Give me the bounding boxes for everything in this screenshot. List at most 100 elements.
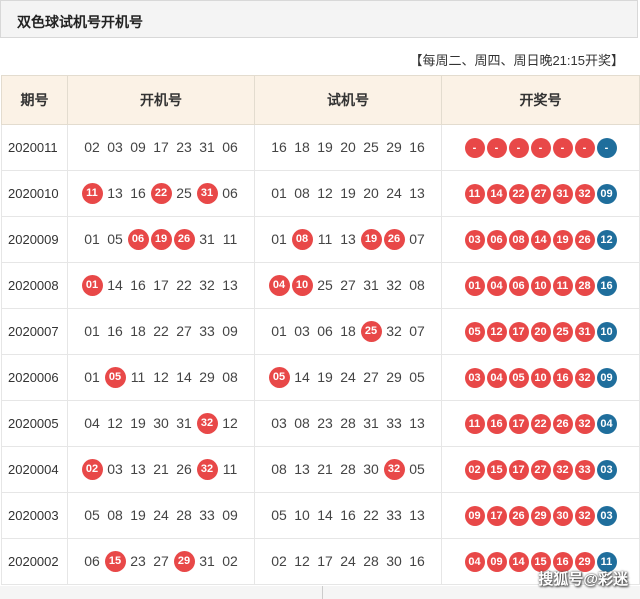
- open-number-cell: 01 05 06 19 26 31 11: [67, 216, 255, 263]
- number: 08: [107, 507, 123, 523]
- matched-number: 32: [196, 413, 218, 434]
- number: 08: [222, 369, 238, 385]
- number: 16: [271, 139, 287, 155]
- red-ball: 30: [552, 505, 573, 526]
- number: 07: [409, 323, 425, 339]
- red-ball: 09: [486, 551, 507, 572]
- number: 13: [222, 277, 238, 293]
- test-number-cell: 03 08 23 28 31 33 13: [254, 400, 442, 447]
- number: 03: [107, 461, 123, 477]
- period-cell: 2020010: [1, 170, 68, 217]
- number: 25: [176, 185, 192, 201]
- number: 14: [294, 369, 310, 385]
- number: 08: [294, 185, 310, 201]
- matched-number: 10: [291, 275, 313, 296]
- red-ball: -: [508, 137, 529, 158]
- number: 05: [409, 369, 425, 385]
- red-ball: 27: [530, 183, 551, 204]
- number: 09: [222, 507, 238, 523]
- number: 21: [153, 461, 169, 477]
- red-ball: 08: [508, 229, 529, 250]
- draw-number-cell: 01 04 06 10 11 28 16: [441, 262, 640, 309]
- watermark: 搜狐号@彩迷: [538, 571, 628, 588]
- red-ball: 17: [508, 321, 529, 342]
- period-cell: 2020003: [1, 492, 68, 539]
- red-ball: 01: [464, 275, 485, 296]
- number: 24: [386, 185, 402, 201]
- number: 06: [222, 139, 238, 155]
- matched-number: 19: [360, 229, 382, 250]
- column-header-period: 期号: [1, 75, 68, 125]
- matched-number: 32: [196, 459, 218, 480]
- number: 16: [409, 553, 425, 569]
- number: 08: [409, 277, 425, 293]
- number: 31: [176, 415, 192, 431]
- red-ball: 20: [530, 321, 551, 342]
- matched-number: 29: [173, 551, 195, 572]
- table-row: 2020009 01 05 06 19 26 31 11 01 08 11 13 19 26 07 03 06 0…: [1, 216, 640, 263]
- number: 12: [153, 369, 169, 385]
- red-ball: 33: [574, 459, 595, 480]
- period-cell: 2020005: [1, 400, 68, 447]
- number: 10: [294, 507, 310, 523]
- number: 33: [386, 507, 402, 523]
- open-number-cell: 11 13 16 22 25 31 06: [67, 170, 255, 217]
- column-header-test: 试机号: [254, 75, 442, 125]
- number: 01: [271, 323, 287, 339]
- table-row: 2020010 11 13 16 22 25 31 06 01 08 12 19 20 24 13 11 14 2…: [1, 170, 640, 217]
- red-ball: 16: [552, 367, 573, 388]
- number: 17: [153, 139, 169, 155]
- red-ball: 11: [464, 413, 485, 434]
- number: 19: [130, 415, 146, 431]
- period-cell: 2020002: [1, 538, 68, 585]
- matched-number: 05: [268, 367, 290, 388]
- red-ball: 05: [464, 321, 485, 342]
- test-number-cell: 16 18 19 20 25 29 16: [254, 124, 442, 171]
- number: 14: [107, 277, 123, 293]
- number: 08: [294, 415, 310, 431]
- number: 13: [340, 231, 356, 247]
- red-ball: 14: [486, 183, 507, 204]
- red-ball: 15: [486, 459, 507, 480]
- number: 31: [199, 231, 215, 247]
- number: 03: [271, 415, 287, 431]
- number: 17: [153, 277, 169, 293]
- draw-number-cell: -------: [441, 124, 640, 171]
- red-ball: 22: [530, 413, 551, 434]
- blue-ball: 10: [596, 321, 617, 342]
- number: 30: [153, 415, 169, 431]
- number: 18: [340, 323, 356, 339]
- number: 29: [386, 369, 402, 385]
- lottery-table: 期号 开机号 试机号 开奖号 2020011 02 03 09 17 23 31 06 16 18…: [1, 75, 640, 585]
- number: 12: [107, 415, 123, 431]
- red-ball: -: [486, 137, 507, 158]
- draw-number-cell: 02 15 17 27 32 33 03: [441, 446, 640, 493]
- draw-number-cell: 11 14 22 27 31 32 09: [441, 170, 640, 217]
- open-number-cell: 06 15 23 27 29 31 02: [67, 538, 255, 585]
- number: 18: [130, 323, 146, 339]
- number: 02: [222, 553, 238, 569]
- number: 22: [176, 277, 192, 293]
- blue-ball: -: [596, 137, 617, 158]
- red-ball: 03: [464, 367, 485, 388]
- number: 16: [340, 507, 356, 523]
- period-cell: 2020007: [1, 308, 68, 355]
- draw-number-cell: 09 17 26 29 30 32 03: [441, 492, 640, 539]
- number: 33: [199, 507, 215, 523]
- matched-number: 26: [173, 229, 195, 250]
- red-ball: 17: [508, 413, 529, 434]
- number: 16: [409, 139, 425, 155]
- red-ball: -: [552, 137, 573, 158]
- column-header-draw: 开奖号: [441, 75, 640, 125]
- blue-ball: 03: [596, 459, 617, 480]
- red-ball: 14: [508, 551, 529, 572]
- number: 06: [317, 323, 333, 339]
- blue-ball: 09: [596, 367, 617, 388]
- draw-number-cell: 03 06 08 14 19 26 12: [441, 216, 640, 263]
- matched-number: 26: [383, 229, 405, 250]
- red-ball: 32: [574, 367, 595, 388]
- number: 13: [294, 461, 310, 477]
- number: 01: [84, 231, 100, 247]
- table-row: 2020006 01 05 11 12 14 29 08 05 14 19 24 27 29 05 03 04 0…: [1, 354, 640, 401]
- number: 31: [363, 277, 379, 293]
